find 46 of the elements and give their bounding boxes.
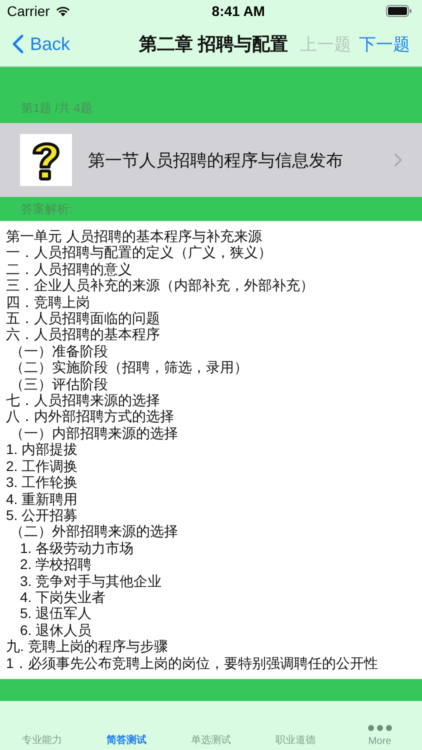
back-button[interactable]: Back xyxy=(12,34,70,54)
answer-line: 八．内外部招聘方式的选择 xyxy=(6,408,174,425)
tab-item[interactable]: 单选测试 xyxy=(168,701,254,750)
tab-item[interactable]: 专业能力 xyxy=(0,701,84,750)
answer-line: （三）评估阶段 xyxy=(10,376,108,392)
tab-item[interactable]: 简答测试 xyxy=(84,701,169,750)
answer-line: （一）内部招聘来源的选择 xyxy=(10,424,178,442)
answer-line: 1. 各级劳动力市场 xyxy=(20,540,134,556)
answer-label: 答案解析: xyxy=(21,200,72,218)
nav-title: 第二章 招聘与配置 xyxy=(138,33,288,56)
question-title: 第一节人员招聘的程序与信息发布 xyxy=(88,150,343,172)
answer-line: 2. 工作调换 xyxy=(6,458,78,474)
answer-line: 九. 竞聘上岗的程序与步骤 xyxy=(6,638,168,655)
tab-item[interactable]: More xyxy=(338,701,422,750)
more-icon xyxy=(368,725,392,731)
answer-line: 3. 竞争对手与其他企业 xyxy=(20,572,162,589)
answer-line: 3. 工作轮换 xyxy=(6,474,78,490)
answer-line: 六．人员招聘的基本程序 xyxy=(6,326,160,343)
answer-line: 三．企业人员补充的来源（内部补充，外部补充） xyxy=(6,277,314,294)
answer-line: 四．竞聘上岗 xyxy=(6,294,90,310)
answer-line: 二．人员招聘的意义 xyxy=(6,260,132,278)
answer-line: 5. 公开招募 xyxy=(6,506,78,524)
question-counter: 第1题 /共 4题 xyxy=(21,100,92,117)
answer-line: 1．必须事先公布竞聘上岗的岗位，要特别强调聘任的公开性 xyxy=(6,654,378,671)
answer-line: （一）准备阶段 xyxy=(10,342,108,360)
answer-line: 1. 内部提拔 xyxy=(6,441,78,458)
status-time: 8:41 AM xyxy=(212,3,265,19)
carrier-label: Carrier xyxy=(7,3,50,19)
answer-line: （二）实施阶段（招聘，筛选，录用） xyxy=(10,359,248,376)
chevron-left-icon xyxy=(12,34,24,54)
chevron-right-icon xyxy=(394,153,402,167)
answer-line: 4. 下岗失业者 xyxy=(20,588,106,606)
answer-line: 4. 重新聘用 xyxy=(6,490,78,507)
next-button[interactable]: 下一题 xyxy=(355,32,414,56)
answer-line: 2. 学校招聘 xyxy=(20,556,92,573)
answer-line: 五．人员招聘面临的问题 xyxy=(6,310,160,326)
answer-line: （二）外部招聘来源的选择 xyxy=(10,523,178,540)
answer-line: 5. 退伍军人 xyxy=(20,605,92,622)
answer-line: 一．人员招聘与配置的定义（广义，狭义） xyxy=(6,244,272,261)
tab-item[interactable]: 职业道德 xyxy=(253,701,338,750)
wifi-icon xyxy=(54,5,71,17)
answer-line: 七．人员招聘来源的选择 xyxy=(6,392,160,408)
answer-line: 第一单元 人员招聘的基本程序与补充来源 xyxy=(6,228,262,244)
battery-icon xyxy=(386,5,412,17)
answer-line: 6. 退休人员 xyxy=(20,622,92,638)
question-row[interactable]: 第一节人员招聘的程序与信息发布 xyxy=(0,123,422,197)
